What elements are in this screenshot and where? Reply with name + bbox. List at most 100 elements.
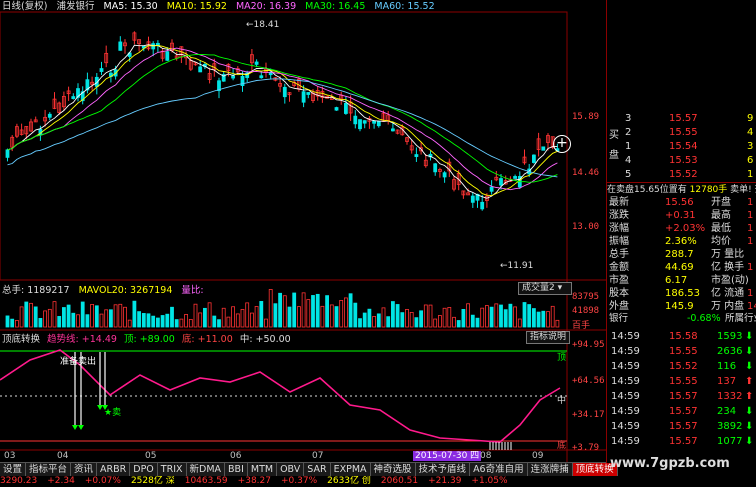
tab-item[interactable]: EXPMA <box>331 463 371 477</box>
industry-row[interactable]: 银行 -0.68% 所属行业 <box>607 312 756 326</box>
trade-row[interactable]: 14:59 15.55 137 ⬆ <box>607 375 756 389</box>
order-book-row[interactable]: 2 15.55 4 <box>607 126 756 140</box>
tab-item[interactable]: BBI <box>225 463 248 477</box>
price-axis-1: 15.89 <box>572 112 600 122</box>
trade-price: 15.57 <box>669 391 698 402</box>
trade-row[interactable]: 14:59 15.57 1332 ⬆ <box>607 390 756 404</box>
candle-body <box>282 86 287 98</box>
trade-row[interactable]: 14:59 15.55 2636 ⬇ <box>607 345 756 359</box>
volume-bar <box>212 315 217 328</box>
trade-volume: 3892 <box>717 421 743 432</box>
tab-item[interactable]: 指标平台 <box>26 463 72 477</box>
trade-time: 14:59 <box>611 331 640 342</box>
date-tick: 09 <box>532 451 544 461</box>
volume-bar <box>320 305 325 328</box>
order-book-row[interactable]: 5 15.52 1 <box>607 168 756 182</box>
tab-item[interactable]: TRIX <box>158 463 187 477</box>
tab-item[interactable]: 连涨牌捕 <box>528 463 573 477</box>
order-book-row[interactable]: 3 15.57 9 <box>607 112 756 126</box>
down-arrow-icon <box>72 425 78 430</box>
volume-bar <box>5 315 10 328</box>
volume-bar <box>221 307 226 328</box>
trade-time: 14:59 <box>611 391 640 402</box>
volume-bar <box>207 302 212 328</box>
volume-bar <box>527 304 532 328</box>
trade-volume: 1593 <box>717 331 743 342</box>
quote-value2: 1 <box>747 262 754 273</box>
tab-item[interactable]: 神奇选股 <box>371 463 416 477</box>
volume-mavol: MAVOL20: 3267194 <box>78 285 173 296</box>
volume-bar <box>541 310 546 328</box>
volume-bar <box>296 306 301 328</box>
volume-bar <box>249 312 254 328</box>
quote-value: 15.56 <box>665 197 694 208</box>
trade-row[interactable]: 14:59 15.57 1077 ⬇ <box>607 435 756 449</box>
sell-label: 卖 <box>112 408 122 418</box>
price: 15.55 <box>669 127 698 138</box>
order-book-row[interactable]: 4 15.53 6 <box>607 154 756 168</box>
industry-name: 银行 <box>609 313 629 324</box>
tab-item[interactable]: 新DMA <box>187 463 226 477</box>
volume-bar <box>179 318 184 328</box>
volume-bar <box>240 309 245 328</box>
arrow-down-icon: ⬇ <box>745 346 754 357</box>
volume-bar <box>66 304 71 328</box>
volume-legend: 总手: 1189217 MAVOL20: 3267194 量比: <box>2 282 204 296</box>
trade-row[interactable]: 14:59 15.58 1593 ⬇ <box>607 330 756 344</box>
trade-row[interactable]: 14:59 15.52 116 ⬇ <box>607 360 756 374</box>
tab-item[interactable]: 设置 <box>0 463 27 477</box>
sell-ready-annotation: 准备卖出 <box>60 357 97 367</box>
volume-bar <box>358 318 362 328</box>
trade-volume: 234 <box>717 406 737 417</box>
volume-bar <box>198 312 203 328</box>
trade-row[interactable]: 14:59 15.57 3892 ⬇ <box>607 420 756 434</box>
trade-volume: 137 <box>717 376 737 387</box>
star-icon: ★ <box>104 408 113 418</box>
order-book-row[interactable]: 1 15.54 3 <box>607 140 756 154</box>
volume-bar <box>437 315 442 328</box>
trade-row[interactable]: 14:59 15.57 234 ⬇ <box>607 405 756 419</box>
candle-body <box>343 102 348 114</box>
candlestick-series <box>5 31 560 211</box>
volume-bar <box>231 306 236 328</box>
volume-bar <box>315 293 320 328</box>
volume-bar <box>113 304 118 328</box>
tab-item[interactable]: DPO <box>130 463 158 477</box>
tab-item[interactable]: 资讯 <box>71 463 98 477</box>
quote-value: 186.53 <box>665 288 700 299</box>
candle-body <box>334 107 339 111</box>
indicator-name: 顶底转换 <box>2 334 41 345</box>
tab-item[interactable]: ARBR <box>97 463 131 477</box>
volume-bar <box>480 307 485 328</box>
arrow-down-icon: ⬇ <box>745 421 754 432</box>
tab-item[interactable]: SAR <box>304 463 331 477</box>
tab-item[interactable]: A6奇准自用 <box>470 463 528 477</box>
volume-bar <box>513 306 517 328</box>
crosshair-icon[interactable]: + <box>553 135 571 153</box>
indicator-help-button[interactable]: 指标说明 <box>526 331 571 344</box>
tab-item[interactable]: MTM <box>248 463 278 477</box>
volume-type-dropdown[interactable]: 成交量2 ▾ <box>518 282 572 295</box>
level: 2 <box>625 127 632 138</box>
chevron-down-icon: ▾ <box>554 283 563 293</box>
quote-value: +0.31 <box>665 210 696 221</box>
volume-bar <box>47 308 52 328</box>
volume-bar <box>188 319 193 328</box>
tab-item[interactable]: 技术予盾线 <box>416 463 471 477</box>
tab-item[interactable]: OBV <box>277 463 305 477</box>
volume-bar <box>90 304 94 328</box>
industry-link[interactable]: 所属行业 <box>725 312 756 326</box>
volume-bar <box>155 317 160 328</box>
volume-bar <box>184 314 189 328</box>
volume-bar <box>494 303 499 328</box>
stock-name[interactable]: 浦发银行 <box>56 1 94 12</box>
ma5-label: MA5: 15.30 <box>103 1 158 12</box>
volume-bar <box>104 309 109 328</box>
trade-price: 15.55 <box>669 376 698 387</box>
quote-label: 振幅 <box>609 236 629 247</box>
date-tick: 03 <box>4 451 16 461</box>
volume-bar <box>264 318 268 328</box>
status-item: 2060.51 <box>380 476 419 486</box>
candle-body <box>165 51 170 61</box>
big-sell-note[interactable]: 在卖盘15.65位置有 12780手 卖单! 查看 <box>607 182 756 197</box>
